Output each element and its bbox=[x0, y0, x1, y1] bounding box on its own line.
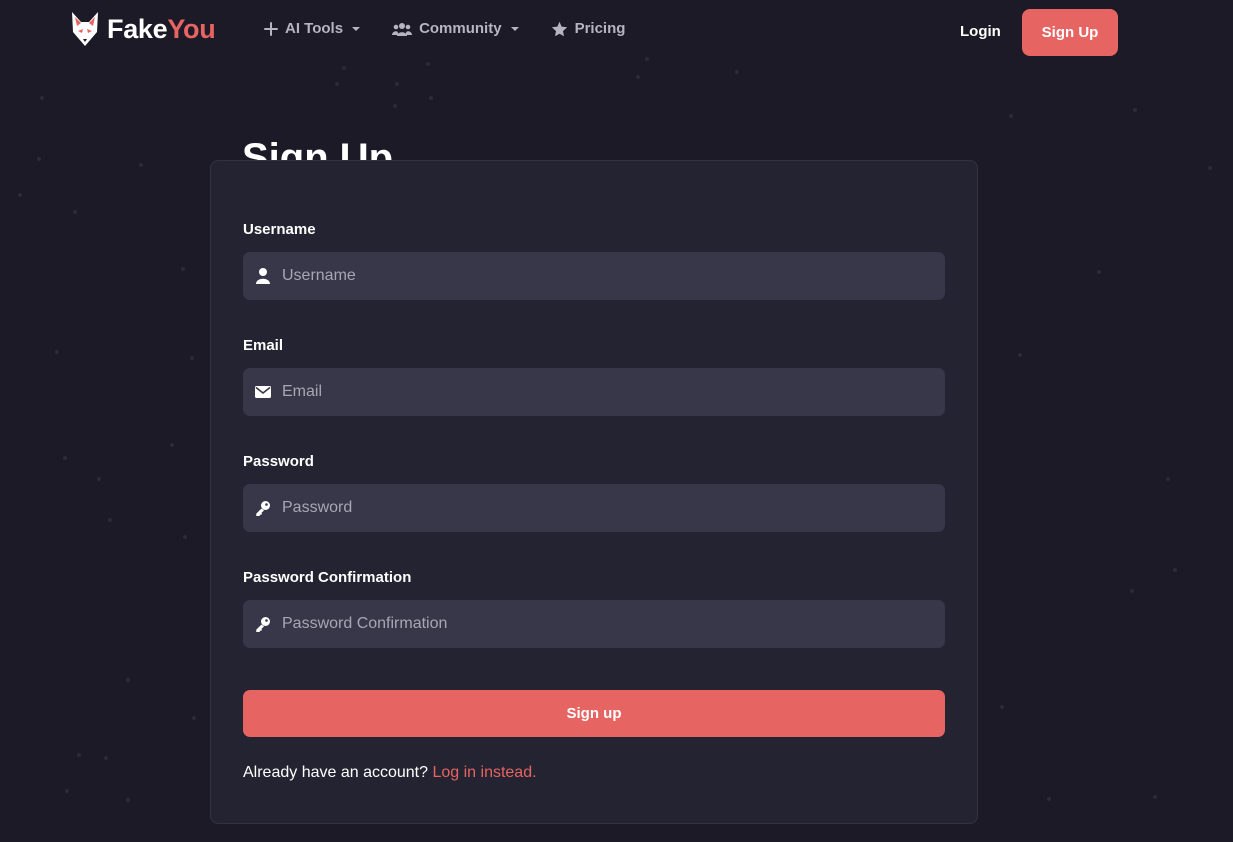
nav-pricing-link[interactable]: Pricing bbox=[551, 20, 626, 37]
username-input-group bbox=[243, 252, 945, 300]
email-label: Email bbox=[243, 337, 284, 354]
password-confirmation-label: Password Confirmation bbox=[243, 569, 412, 586]
email-input[interactable] bbox=[272, 368, 945, 416]
password-label: Password bbox=[243, 453, 314, 470]
key-icon bbox=[254, 499, 272, 517]
plus-icon bbox=[264, 21, 278, 36]
login-prompt: Already have an account? Log in instead. bbox=[243, 764, 537, 782]
signup-submit-button[interactable]: Sign up bbox=[243, 690, 945, 737]
username-label: Username bbox=[243, 221, 316, 238]
envelope-icon bbox=[254, 383, 272, 401]
key-icon bbox=[254, 615, 272, 633]
email-input-group bbox=[243, 368, 945, 416]
signup-form-card: Username Email Password Password Confirm… bbox=[210, 160, 978, 824]
star-icon bbox=[551, 21, 567, 36]
logo-text: FakeYou bbox=[107, 13, 216, 44]
chevron-down-icon bbox=[352, 26, 361, 31]
nav-signup-button[interactable]: Sign Up bbox=[1022, 9, 1118, 56]
main-nav: AI Tools Community Pricing bbox=[264, 20, 625, 37]
password-confirmation-input-group bbox=[243, 600, 945, 648]
login-instead-link[interactable]: Log in instead. bbox=[432, 764, 536, 781]
password-input-group bbox=[243, 484, 945, 532]
nav-community-label: Community bbox=[419, 20, 502, 37]
fakeyou-logo[interactable]: FakeYou bbox=[69, 10, 216, 48]
nav-pricing-label: Pricing bbox=[574, 20, 626, 37]
username-input[interactable] bbox=[272, 252, 945, 300]
password-confirmation-input[interactable] bbox=[272, 600, 945, 648]
user-icon bbox=[254, 267, 272, 285]
nav-ai-tools-label: AI Tools bbox=[285, 20, 344, 37]
nav-ai-tools-dropdown[interactable]: AI Tools bbox=[264, 20, 361, 37]
fox-mask-icon bbox=[72, 12, 98, 46]
chevron-down-icon bbox=[510, 26, 519, 31]
nav-community-dropdown[interactable]: Community bbox=[392, 20, 519, 37]
login-prompt-text: Already have an account? bbox=[243, 764, 429, 781]
users-icon bbox=[392, 22, 413, 36]
password-input[interactable] bbox=[272, 484, 945, 532]
login-link[interactable]: Login bbox=[960, 23, 1001, 40]
top-navbar: FakeYou AI Tools Community Pricing Login bbox=[0, 0, 1233, 64]
